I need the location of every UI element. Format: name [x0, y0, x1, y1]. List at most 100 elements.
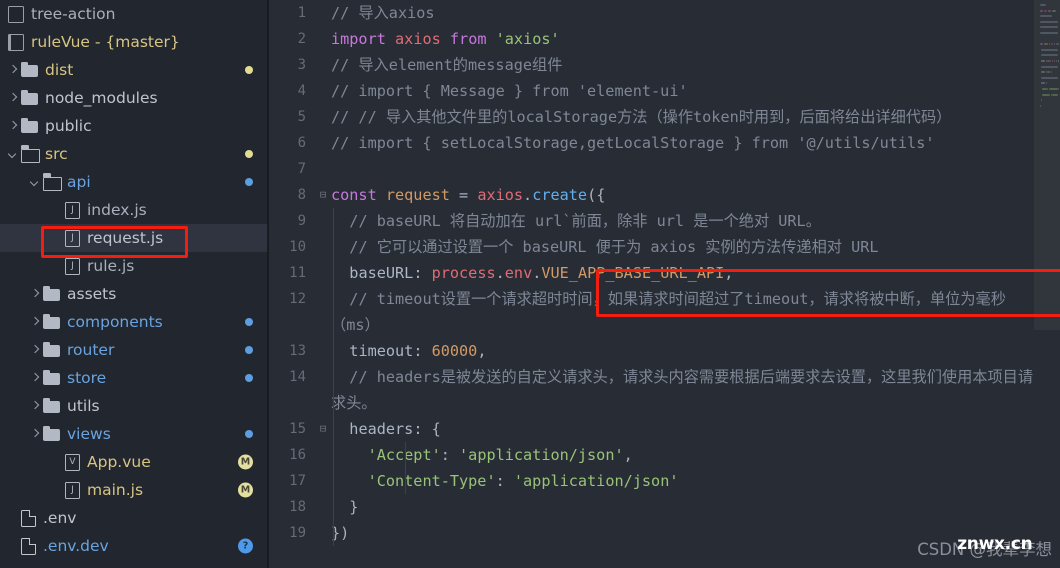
code-text: // 导入axios	[331, 4, 435, 22]
tree-item-router[interactable]: router	[0, 336, 267, 364]
code-line[interactable]: 2 import axios from 'axios'	[267, 26, 1060, 52]
minimap-line	[1040, 104, 1042, 107]
code-text: // 它可以通过设置一个 baseURL 便于为 axios 实例的方法传递相对…	[331, 238, 879, 256]
tree-item-tree-action[interactable]: tree-action	[0, 0, 267, 28]
folder-icon	[43, 397, 60, 413]
tree-item-utils[interactable]: utils	[0, 392, 267, 420]
tree-item--env[interactable]: .env	[0, 504, 267, 532]
tree-item-main-js[interactable]: Jmain.js M	[0, 476, 267, 504]
chevron-right-icon[interactable]	[6, 64, 19, 77]
minimap-line	[1042, 93, 1050, 96]
code-line[interactable]: 16 'Accept': 'application/json',	[267, 442, 1060, 468]
code-line[interactable]: 3 // 导入element的message组件	[267, 52, 1060, 78]
code-editor-pane[interactable]: 1 // 导入axios 2 import axios from 'axios' 3 //…	[267, 0, 1060, 568]
tree-item-request-js[interactable]: Jrequest.js	[0, 224, 267, 252]
tree-item-label: index.js	[87, 201, 147, 219]
code-content[interactable]: 1 // 导入axios 2 import axios from 'axios' 3 //…	[267, 0, 1060, 546]
fold-toggle-icon[interactable]: ⊟	[315, 182, 331, 208]
tree-item-rule-js[interactable]: Jrule.js	[0, 252, 267, 280]
project-explorer-sidebar[interactable]: tree-action ruleVue - {master} dist node_mo…	[0, 0, 267, 568]
chevron-right-icon[interactable]	[28, 400, 41, 413]
code-line[interactable]: 1 // 导入axios	[267, 0, 1060, 26]
tree-item-label: App.vue	[87, 453, 151, 471]
chevron-right-icon[interactable]	[28, 316, 41, 329]
tree-item--env-dev[interactable]: .env.dev?	[0, 532, 267, 560]
status-dot-blue	[245, 430, 253, 438]
code-line[interactable]: 18 }	[267, 494, 1060, 520]
arrow-placeholder	[50, 204, 63, 217]
tree-item-node-modules[interactable]: node_modules	[0, 84, 267, 112]
panel-icon	[8, 5, 24, 23]
folder-icon	[21, 117, 38, 133]
editor-minimap[interactable]	[1034, 0, 1060, 568]
file-tree[interactable]: tree-action ruleVue - {master} dist node_mo…	[0, 0, 267, 560]
line-number: 7	[297, 161, 306, 177]
tree-item-label: request.js	[87, 229, 164, 247]
status-dot-blue	[245, 318, 253, 326]
tree-item-index-js[interactable]: Jindex.js	[0, 196, 267, 224]
chevron-right-icon[interactable]	[6, 120, 19, 133]
chevron-right-icon[interactable]	[28, 428, 41, 441]
code-text: // 导入element的message组件	[331, 56, 563, 74]
code-line[interactable]: 5 // // 导入其他文件里的localStorage方法（操作token时用到…	[267, 104, 1060, 130]
minimap-line	[1051, 9, 1056, 12]
tree-item-components[interactable]: components	[0, 308, 267, 336]
code-line[interactable]: 19})	[267, 520, 1060, 546]
minimap-line	[1052, 93, 1058, 96]
tree-item-views[interactable]: views	[0, 420, 267, 448]
chevron-right-icon[interactable]	[28, 344, 41, 357]
status-dot-blue	[245, 346, 253, 354]
js-file-icon: J	[65, 201, 80, 219]
code-line[interactable]: 12 // timeout设置一个请求超时时间，如果请求时间超过了timeout…	[267, 286, 1060, 338]
chevron-down-icon[interactable]	[28, 176, 41, 189]
fold-toggle-icon[interactable]: ⊟	[315, 416, 331, 442]
tree-item-public[interactable]: public	[0, 112, 267, 140]
code-line[interactable]: 10 // 它可以通过设置一个 baseURL 便于为 axios 实例的方法传…	[267, 234, 1060, 260]
code-line[interactable]: 13 timeout: 60000,	[267, 338, 1060, 364]
folder-icon	[43, 341, 60, 357]
minimap-line	[1040, 20, 1058, 23]
folder-icon	[21, 89, 38, 105]
tree-item-store[interactable]: store	[0, 364, 267, 392]
arrow-placeholder	[50, 456, 63, 469]
minimap-line	[1041, 60, 1045, 62]
line-number: 6	[297, 135, 306, 151]
indent-guide	[405, 442, 406, 494]
tree-item-label: .env	[43, 509, 77, 527]
vue-file-icon: V	[65, 453, 80, 471]
minimap-line	[1048, 9, 1051, 12]
js-file-icon: J	[65, 257, 80, 275]
folder-icon	[21, 61, 38, 77]
code-text: const request = axios.create({	[331, 186, 606, 204]
tree-item-dist[interactable]: dist	[0, 56, 267, 84]
code-line[interactable]: 8 ⊟ const request = axios.create({	[267, 182, 1060, 208]
tree-item-api[interactable]: api	[0, 168, 267, 196]
chevron-right-icon[interactable]	[6, 92, 19, 105]
tree-item-rulevue-master-[interactable]: ruleVue - {master}	[0, 28, 267, 56]
code-text: }	[331, 498, 359, 516]
tree-item-src[interactable]: src	[0, 140, 267, 168]
line-number: 5	[297, 109, 306, 125]
tree-item-label: store	[67, 369, 107, 387]
line-number: 13	[289, 343, 306, 359]
minimap-line	[1040, 4, 1046, 6]
code-text: timeout: 60000,	[349, 342, 487, 360]
code-line[interactable]: 15 ⊟ headers: {	[267, 416, 1060, 442]
tree-item-assets[interactable]: assets	[0, 280, 267, 308]
chevron-right-icon[interactable]	[28, 288, 41, 301]
chevron-down-icon[interactable]	[6, 148, 19, 161]
code-line[interactable]: 4 // import { Message } from 'element-ui'	[267, 78, 1060, 104]
status-dot-yellow	[245, 150, 253, 158]
indent-guide	[333, 208, 334, 546]
tree-item-app-vue[interactable]: V App.vue M	[0, 448, 267, 476]
chevron-right-icon[interactable]	[28, 372, 41, 385]
code-line[interactable]: 7	[267, 156, 1060, 182]
folder-icon	[43, 285, 60, 301]
code-line[interactable]: 9 // baseURL 将自动加在 url`前面，除非 url 是一个绝对 U…	[267, 208, 1060, 234]
code-line[interactable]: 6 // import { setLocalStorage,getLocalSto…	[267, 130, 1060, 156]
tree-item-label: assets	[67, 285, 117, 303]
code-line[interactable]: 17 'Content-Type': 'application/json'	[267, 468, 1060, 494]
code-line[interactable]: 11 baseURL: process.env.VUE_APP_BASE_URL…	[267, 260, 1060, 286]
tree-item-label: main.js	[87, 481, 144, 499]
code-line[interactable]: 14 // headers是被发送的自定义请求头，请求头内容需要根据后端要求去设…	[267, 364, 1060, 416]
